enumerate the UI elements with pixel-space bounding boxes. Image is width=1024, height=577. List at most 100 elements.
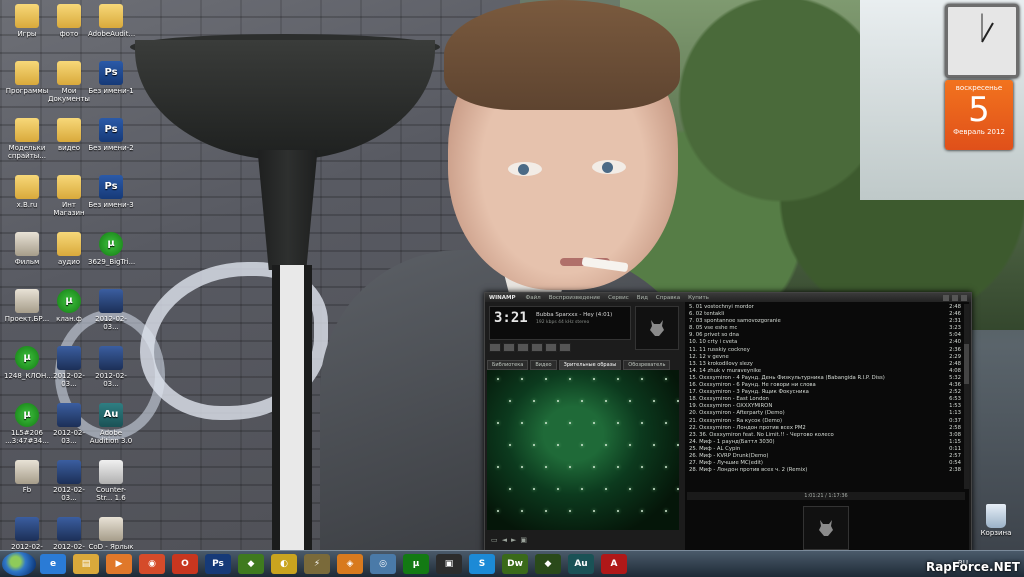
desktop-icon[interactable]: Ps Без имени-3 xyxy=(88,175,134,209)
taskbar-photoshop-icon[interactable]: Ps xyxy=(205,554,231,574)
taskbar-winamp-icon[interactable]: ⚡ xyxy=(304,554,330,574)
playlist-row[interactable]: 19. Oxxxymiron - OXXXYMIRON 1:53 xyxy=(687,403,963,410)
back-icon[interactable]: ◄ xyxy=(502,536,507,544)
taskbar-audition-icon[interactable]: Au xyxy=(568,554,594,574)
playlist-row[interactable]: 11. 11 russkiy cockney 2:36 xyxy=(687,347,963,354)
desktop-icon[interactable]: Ps Без имени-2 xyxy=(88,118,134,152)
menu-item[interactable]: Воспроизведение xyxy=(549,295,600,301)
playlist-row[interactable]: 21. Oxxxymiron - Ra кусок (Demo) 0:37 xyxy=(687,418,963,425)
play-button[interactable] xyxy=(503,343,515,352)
menu-item[interactable]: Сервис xyxy=(608,295,629,301)
desktop-icon[interactable]: Проект.БР... xyxy=(4,289,50,323)
visualization[interactable] xyxy=(487,370,679,530)
desktop-icon[interactable]: Counter-Str... 1.6 xyxy=(88,460,134,502)
desktop-icon[interactable]: µ 1248_КЛОН... xyxy=(4,346,53,380)
next-button[interactable] xyxy=(545,343,557,352)
desktop-icon[interactable]: µ 1L5#206 ...3:47#34... xyxy=(4,403,50,445)
menu-item[interactable]: Справка xyxy=(656,295,680,301)
playlist-row[interactable]: 28. Миф - Лондон против всех ч. 2 (Remix… xyxy=(687,467,963,474)
taskbar-avast-icon[interactable]: ◈ xyxy=(337,554,363,574)
previous-button[interactable] xyxy=(489,343,501,352)
forward-icon[interactable]: ► xyxy=(511,536,516,544)
taskbar-skype-icon[interactable]: S xyxy=(469,554,495,574)
desktop-icon[interactable]: 2012-02-03... xyxy=(46,460,92,502)
playlist-row[interactable]: 18. Oxxxymiron - East London 6:53 xyxy=(687,396,963,403)
desktop-icon[interactable]: Модельки спрайты... xyxy=(4,118,50,160)
minimize-button[interactable] xyxy=(943,294,949,301)
playlist-row[interactable]: 13. 13 krokodilovy slezy 2:48 xyxy=(687,361,963,368)
pause-button[interactable] xyxy=(517,343,529,352)
stop-button[interactable] xyxy=(531,343,543,352)
desktop-icon[interactable]: CoD - Ярлык xyxy=(88,517,134,551)
taskbar-app-dark-icon[interactable]: ▣ xyxy=(436,554,462,574)
start-button[interactable] xyxy=(2,552,36,576)
desktop-icon[interactable]: 2012-02-03... xyxy=(88,346,134,388)
desktop-icon[interactable]: µ клан.ф xyxy=(46,289,92,323)
taskbar-media-icon[interactable]: ▶ xyxy=(106,554,132,574)
desktop-icon[interactable]: Мои Документы xyxy=(46,61,92,103)
taskbar-explorer-icon[interactable]: ▤ xyxy=(73,554,99,574)
monitor-icon[interactable]: ▭ xyxy=(491,536,498,544)
desktop-icon[interactable]: 2012-02-03... xyxy=(88,289,134,331)
playlist-row[interactable]: 22. Oxxxymiron - Лондон против всех PM2 2… xyxy=(687,425,963,432)
taskbar-nvidia-icon[interactable]: ◆ xyxy=(238,554,264,574)
desktop-icon[interactable]: Игры xyxy=(4,4,50,38)
winamp-tab[interactable]: Зрительные образы xyxy=(558,360,622,370)
playlist-row[interactable]: 10. 10 crty i cveta 2:40 xyxy=(687,339,963,346)
menu-item[interactable]: Вид xyxy=(637,295,648,301)
taskbar-app-eye-icon[interactable]: ◎ xyxy=(370,554,396,574)
winamp-tab[interactable]: Обозреватель xyxy=(623,360,671,370)
desktop-icon[interactable]: AdobeAudit... xyxy=(88,4,135,38)
eject-button[interactable] xyxy=(559,343,571,352)
playlist-row[interactable]: 17. Oxxxymiron - 3 Раунд. Ящик Фокусника… xyxy=(687,389,963,396)
winamp-window[interactable]: WINAMP Файл Воспроизведение Сервис Вид Справ… xyxy=(484,292,972,554)
taskbar-app-yellow-icon[interactable]: ◐ xyxy=(271,554,297,574)
clock-gadget[interactable] xyxy=(945,4,1019,78)
playlist-row[interactable]: 5. 01 vostochnyi mordor 2:48 xyxy=(687,304,963,311)
fullscreen-icon[interactable]: ▣ xyxy=(520,536,527,544)
taskbar-ie-icon[interactable]: e xyxy=(40,554,66,574)
playlist-row[interactable]: 9. 06 privet so dna 5:04 xyxy=(687,332,963,339)
taskbar-chrome-icon[interactable]: ◉ xyxy=(139,554,165,574)
menu-item[interactable]: Файл xyxy=(525,295,540,301)
playlist-row[interactable]: 14. 14 zhuk v muraveynike 4:08 xyxy=(687,368,963,375)
taskbar-nvidia2-icon[interactable]: ◆ xyxy=(535,554,561,574)
desktop-icon[interactable]: Au Adobe Audition 3.0 xyxy=(88,403,134,445)
desktop-icon[interactable]: µ 3629_BigTri... xyxy=(88,232,135,266)
close-button[interactable] xyxy=(961,294,967,301)
playlist-row[interactable]: 25. Миф - AL Cypin 0:11 xyxy=(687,446,963,453)
desktop-icon[interactable]: 2012-02-03... xyxy=(46,346,92,388)
recycle-bin[interactable]: Корзина xyxy=(978,504,1014,537)
calendar-gadget[interactable]: воскресенье 5 Февраль 2012 xyxy=(945,80,1013,150)
playlist-row[interactable]: 20. Oxxxymiron - Afterparty (Demo) 1:13 xyxy=(687,410,963,417)
winamp-titlebar[interactable]: WINAMP Файл Воспроизведение Сервис Вид Справ… xyxy=(485,293,971,302)
desktop-icon[interactable]: аудио xyxy=(46,232,92,266)
desktop-icon[interactable]: x.B.ru xyxy=(4,175,50,209)
playlist-row[interactable]: 24. Миф - 1 раунд(Баттл 3030) 1:15 xyxy=(687,439,963,446)
taskbar-utorrent-icon[interactable]: µ xyxy=(403,554,429,574)
winamp-tab[interactable]: Видео xyxy=(530,360,557,370)
taskbar-dreamweaver-icon[interactable]: Dw xyxy=(502,554,528,574)
winamp-tab[interactable]: Библиотека xyxy=(487,360,529,370)
playlist-row[interactable]: 15. Oxxxymiron - 4 Раунд. День Физкульту… xyxy=(687,375,963,382)
desktop-icon[interactable]: Fb xyxy=(4,460,50,494)
playlist-row[interactable]: 26. Миф - KVRP Drunk(Demo) 2:57 xyxy=(687,453,963,460)
desktop-icon[interactable]: Ps Без имени-1 xyxy=(88,61,134,95)
maximize-button[interactable] xyxy=(952,294,958,301)
playlist-row[interactable]: 12. 12 v gevne 2:29 xyxy=(687,354,963,361)
desktop-icon[interactable]: фото xyxy=(46,4,92,38)
playlist-row[interactable]: 7. 03 spontannoe samovozgoranie 2:31 xyxy=(687,318,963,325)
desktop-icon[interactable]: Программы xyxy=(4,61,50,95)
taskbar-acrobat-icon[interactable]: A xyxy=(601,554,627,574)
desktop-icon[interactable]: 2012-02-03... xyxy=(46,403,92,445)
menu-item[interactable]: Купить xyxy=(688,295,709,301)
playlist-row[interactable]: 16. Oxxxymiron - 6 Раунд. Не говори ни с… xyxy=(687,382,963,389)
playlist-row[interactable]: 23. 36. Oxxxymiron feat. No Limit.!! - Ч… xyxy=(687,432,963,439)
playlist-scrollbar[interactable] xyxy=(964,304,969,489)
scroll-thumb[interactable] xyxy=(964,344,969,384)
desktop-icon[interactable]: Инт Магазин xyxy=(46,175,92,217)
desktop-icon[interactable]: Фильм xyxy=(4,232,50,266)
playlist-row[interactable]: 27. Миф - Лучшие MC(edit) 0:54 xyxy=(687,460,963,467)
playlist-row[interactable]: 6. 02 tentakli 2:46 xyxy=(687,311,963,318)
taskbar-opera-icon[interactable]: O xyxy=(172,554,198,574)
